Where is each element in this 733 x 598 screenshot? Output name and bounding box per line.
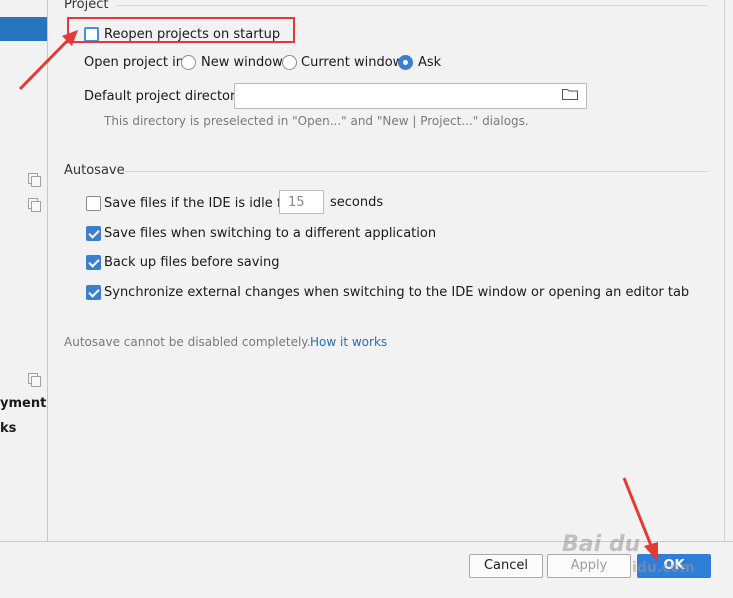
arrow-to-reopen-icon bbox=[18, 30, 78, 91]
arrow-to-ok-icon bbox=[622, 477, 658, 562]
annotation-arrows bbox=[18, 30, 658, 562]
